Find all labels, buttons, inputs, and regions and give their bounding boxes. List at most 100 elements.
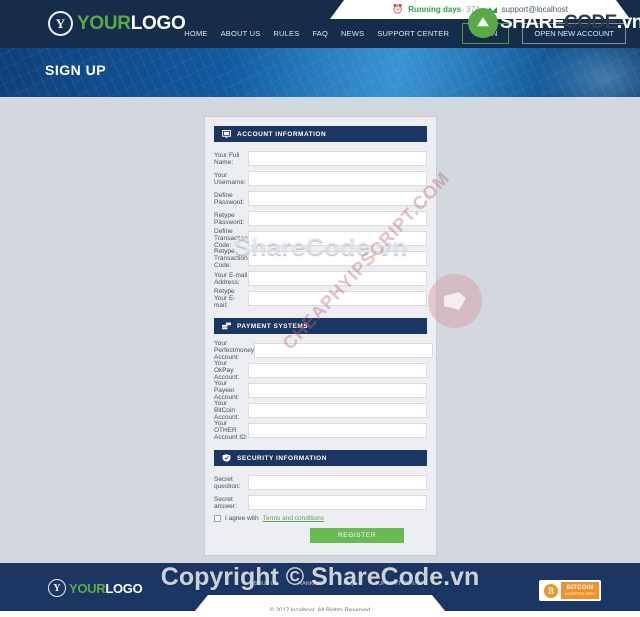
label-bitcoin: Your BitCoin Account: (214, 400, 240, 421)
footer-logo[interactable]: Y YOURLOGO (48, 579, 143, 597)
section-header-account-information: ACCOUNT INFORMATION (214, 126, 427, 142)
section-spacer-2 (214, 442, 427, 450)
input-retype-email[interactable] (248, 291, 427, 306)
logo-part-1: YOUR (77, 12, 131, 34)
input-secret-answer[interactable] (248, 495, 427, 510)
footer-logo-text: YOURLOGO (69, 580, 143, 596)
main-nav: HOME ABOUT US RULES FAQ NEWS SUPPORT CEN… (184, 23, 626, 44)
label-full-name: Your Full Name: (214, 151, 240, 166)
nav-item-news[interactable]: NEWS (341, 29, 364, 38)
label-perfectmoney: Your Perfectmoney Account: (214, 340, 255, 361)
field-row-retype-transaction-code: Retype Transaction Code: (214, 248, 427, 269)
input-retype-transaction-code[interactable] (248, 251, 427, 266)
page-title: SIGN UP (45, 62, 107, 78)
payment-stack-icon (222, 322, 231, 330)
field-row-bitcoin: Your BitCoin Account: (214, 400, 427, 421)
input-define-transaction-code[interactable] (248, 231, 427, 246)
label-retype-password: Retype Password: (214, 211, 245, 226)
input-perfectmoney[interactable] (254, 343, 434, 358)
nav-item-faq[interactable]: FAQ (312, 29, 328, 38)
field-row-secret-question: Secret question: (214, 474, 427, 491)
section-header-security-information: SECURITY INFORMATION (214, 450, 427, 466)
site-footer: Y YOURLOGO ABOUT US RANKING FAQ SUPPORT … (0, 563, 640, 617)
input-full-name[interactable] (248, 151, 427, 166)
support-email[interactable]: support@localhost (502, 5, 568, 14)
bitcoin-badge-labels: BITCOIN ACCEPTED HERE (561, 582, 599, 599)
input-secret-question[interactable] (248, 475, 427, 490)
input-other-account[interactable] (248, 423, 427, 438)
field-row-perfectmoney: Your Perfectmoney Account: (214, 340, 434, 361)
login-button[interactable]: LOGIN (462, 23, 510, 44)
signup-page: ⏰ Running days 374 support@localhost Y Y… (0, 0, 640, 617)
agree-label: I agree with (225, 515, 259, 522)
label-define-transaction-code: Define Transaction Code: (214, 228, 248, 249)
monitor-icon (222, 130, 231, 138)
field-row-other-account: Your OTHER Account ID: (214, 420, 427, 441)
label-define-password: Define Password: (214, 191, 245, 206)
nav-item-home[interactable]: HOME (184, 29, 207, 38)
field-row-retype-password: Retype Password: (214, 210, 427, 227)
page-banner: SIGN UP (0, 48, 640, 97)
bitcoin-badge-line2: ACCEPTED HERE (565, 592, 595, 596)
input-payeer[interactable] (248, 383, 427, 398)
header-logo[interactable]: Y YOURLOGO (48, 11, 186, 36)
bottom-strip (0, 611, 640, 617)
field-row-define-password: Define Password: (214, 190, 427, 207)
play-icon (444, 292, 466, 310)
shield-icon (222, 454, 231, 462)
y-circle-logo-icon-footer: Y (48, 579, 66, 597)
register-row: REGISTER (214, 528, 427, 543)
label-retype-transaction-code: Retype Transaction Code: (214, 248, 248, 269)
nav-item-rules[interactable]: RULES (273, 29, 299, 38)
footer-logo-part-1: YOUR (69, 580, 106, 596)
clock-icon: ⏰ (392, 4, 404, 14)
logo-text: YOURLOGO (77, 12, 186, 35)
content-area: ACCOUNT INFORMATION Your Full Name: Your… (0, 97, 640, 563)
field-row-secret-answer: Secret answer: (214, 494, 427, 511)
nav-item-support-center[interactable]: SUPPORT CENTER (377, 29, 449, 38)
top-info-bar: ⏰ Running days 374 support@localhost (340, 1, 620, 18)
agree-checkbox[interactable] (214, 515, 221, 522)
label-username: Your Username: (214, 171, 246, 186)
input-define-password[interactable] (248, 191, 427, 206)
logo-part-2: LOGO (130, 12, 186, 34)
field-row-username: Your Username: (214, 170, 427, 187)
section-title-account-information: ACCOUNT INFORMATION (237, 130, 327, 138)
field-row-okpay: Your OkPay Account: (214, 360, 427, 381)
bitcoin-badge-line1: BITCOIN (566, 585, 594, 591)
site-header: ⏰ Running days 374 support@localhost Y Y… (0, 0, 640, 48)
section-header-payment-systems: PAYMENT SYSTEMS (214, 318, 427, 334)
field-row-payeer: Your Payeer Account: (214, 380, 427, 401)
footer-nav-item-about-us[interactable]: ABOUT US (250, 581, 278, 587)
label-secret-answer: Secret answer: (214, 495, 237, 510)
terms-and-conditions-link[interactable]: Terms and conditions (263, 515, 324, 522)
register-button[interactable]: REGISTER (310, 528, 404, 543)
footer-nav-item-faq[interactable]: FAQ (343, 581, 354, 587)
label-okpay: Your OkPay Account: (214, 360, 240, 381)
input-retype-password[interactable] (248, 211, 427, 226)
running-days-value: 374 (466, 5, 480, 14)
open-new-account-button[interactable]: OPEN NEW ACCOUNT (522, 23, 626, 44)
label-secret-question: Secret question: (214, 475, 241, 490)
label-retype-email: Retype Your E-mail: (214, 288, 236, 309)
nav-item-about-us[interactable]: ABOUT US (221, 29, 261, 38)
field-row-define-transaction-code: Define Transaction Code: (214, 228, 427, 249)
input-bitcoin[interactable] (248, 403, 427, 418)
section-spacer-1 (214, 310, 427, 318)
footer-nav-item-ranking[interactable]: RANKING (298, 581, 323, 587)
label-email: Your E-mail Address: (214, 271, 248, 286)
field-row-email: Your E-mail Address: (214, 270, 427, 287)
terms-agreement-row: I agree with Terms and conditions (214, 515, 427, 522)
bitcoin-icon: B (544, 583, 558, 598)
footer-nav-item-support-center[interactable]: SUPPORT CENTER (374, 581, 425, 587)
y-circle-logo-icon: Y (48, 11, 73, 36)
input-username[interactable] (248, 171, 427, 186)
running-days-label: Running days (408, 5, 462, 14)
footer-logo-part-2: LOGO (105, 580, 143, 596)
footer-nav: ABOUT US RANKING FAQ SUPPORT CENTER (250, 581, 425, 587)
signup-form-panel: ACCOUNT INFORMATION Your Full Name: Your… (204, 116, 437, 556)
input-email[interactable] (248, 271, 427, 286)
input-okpay[interactable] (248, 363, 427, 378)
field-row-retype-email: Retype Your E-mail: (214, 288, 427, 309)
label-other-account: Your OTHER Account ID: (214, 420, 248, 441)
